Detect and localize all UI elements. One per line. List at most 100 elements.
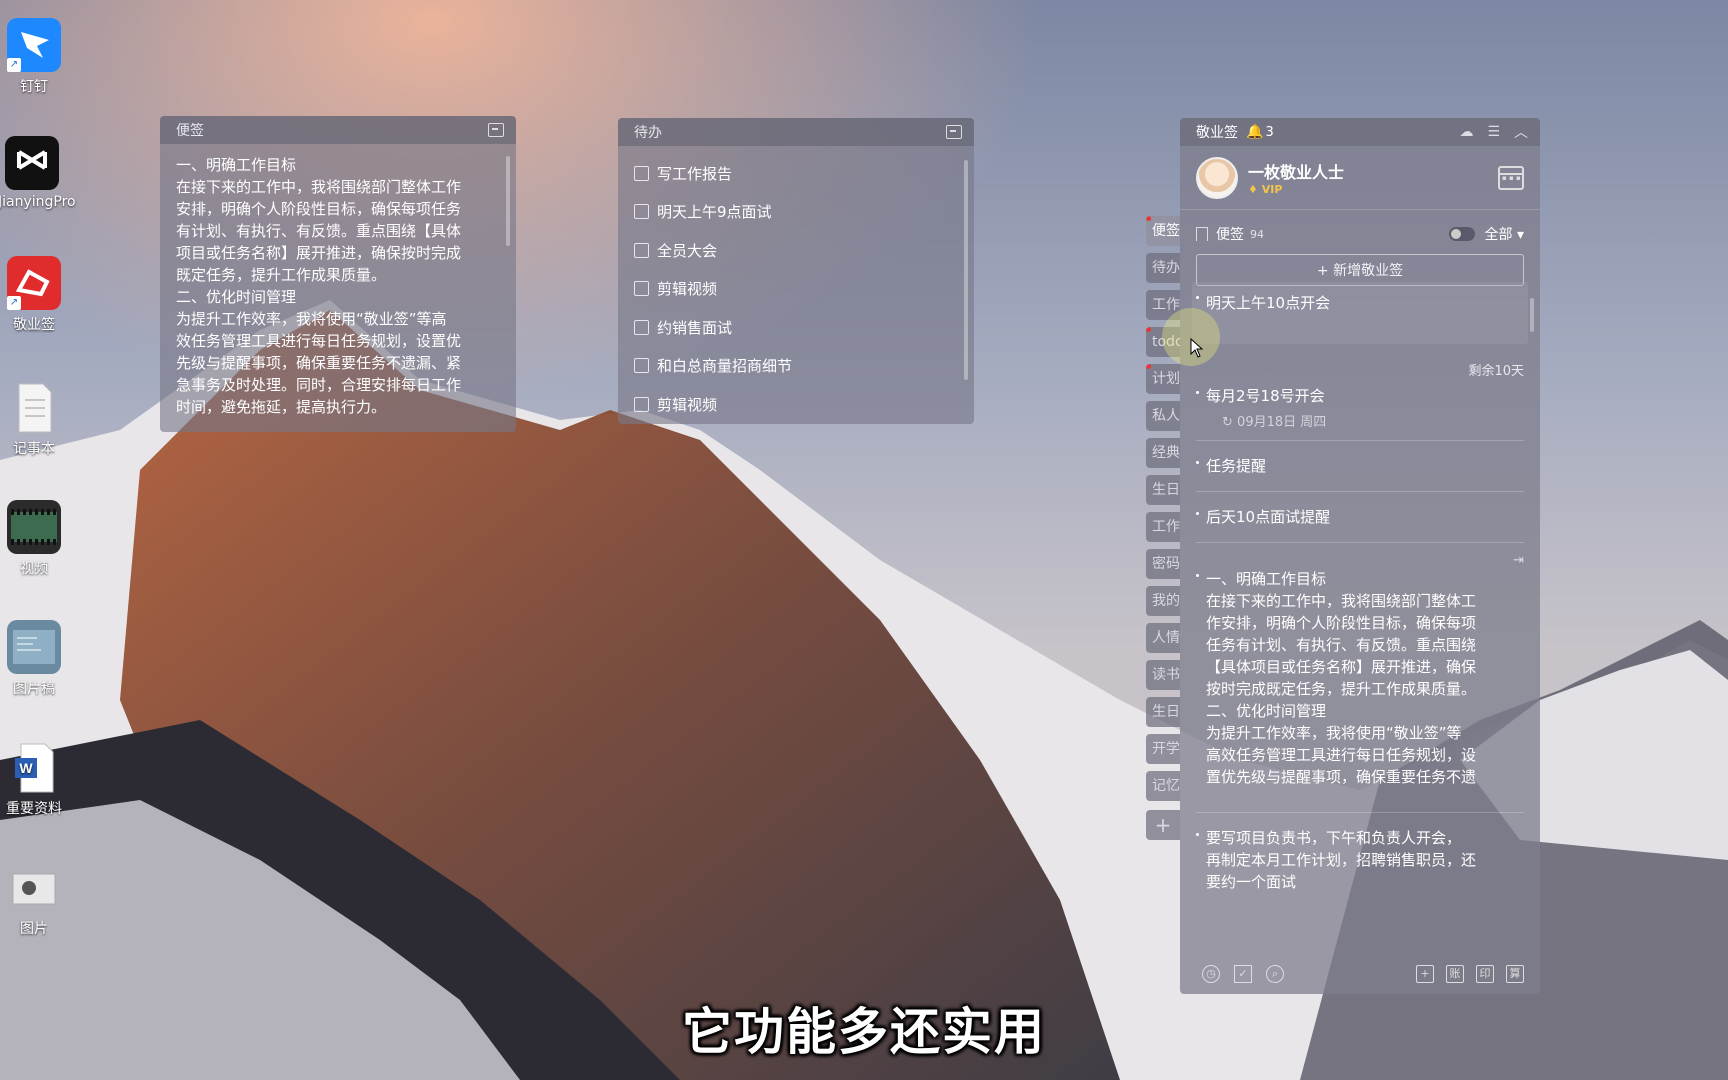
desktop-icon-image-draft[interactable]: 图片稿: [0, 620, 68, 698]
check-box-icon[interactable]: ✓: [1234, 965, 1252, 983]
note-line: 在接下来的工作中，我将围绕部门整体工: [1206, 592, 1477, 610]
expand-icon[interactable]: ⇥: [1180, 543, 1540, 568]
scope-dropdown[interactable]: 全部 ▾: [1485, 224, 1524, 244]
todo-item[interactable]: 剪辑视频: [634, 270, 958, 309]
todo-item[interactable]: 写工作报告: [634, 154, 958, 193]
tab-category[interactable]: 经典: [1146, 438, 1180, 468]
note-list-scrollbar[interactable]: [1530, 298, 1534, 332]
todo-checkbox[interactable]: [634, 165, 649, 181]
tab-category[interactable]: 我的: [1146, 586, 1180, 616]
desktop-icon-label: 图片稿: [13, 681, 55, 697]
bell-icon[interactable]: 🔔: [1246, 124, 1263, 140]
desktop-icon-dingtalk[interactable]: ↗ 钉钉: [0, 18, 68, 96]
note-list: 明天上午10点开会 剩余10天 每月2号18号开会 ↻ 09月18日 周四 任务…: [1180, 282, 1540, 954]
desktop-icon-notepad[interactable]: 记事本: [0, 380, 68, 458]
tab-category[interactable]: 私人: [1146, 401, 1180, 431]
list-item[interactable]: 后天10点面试提醒: [1180, 492, 1540, 542]
dingtalk-icon: ↗: [7, 18, 61, 72]
tab-category[interactable]: 计划: [1146, 364, 1180, 394]
todo-checkbox[interactable]: [634, 281, 649, 297]
desktop-icon-video[interactable]: 视频: [0, 500, 68, 578]
word-doc-icon: W: [7, 740, 61, 794]
desktop-icon-important-docs[interactable]: W 重要资料: [0, 740, 68, 818]
calendar-icon[interactable]: [1498, 165, 1524, 190]
todo-item[interactable]: 和白总商量招商细节: [634, 347, 958, 386]
detach-icon[interactable]: [946, 125, 962, 139]
search-icon[interactable]: ⌕: [1266, 965, 1284, 983]
todo-checkbox[interactable]: [634, 242, 649, 258]
add-category-label: +: [1154, 813, 1172, 837]
video-folder-icon: [7, 500, 61, 554]
add-category-button[interactable]: +: [1146, 810, 1180, 840]
unread-dot: [1146, 216, 1151, 221]
todo-checkbox[interactable]: [634, 396, 649, 412]
note-scrollbar[interactable]: [506, 156, 510, 246]
tab-category[interactable]: 待办: [1146, 253, 1180, 283]
note-widget-body[interactable]: 一、明确工作目标 在接下来的工作中，我将围绕部门整体工作 安排，明确个人阶段性目…: [160, 144, 516, 418]
view-toggle[interactable]: [1448, 227, 1475, 241]
main-titlebar[interactable]: 敬业签 🔔 3 ☁ ☰ ︿: [1180, 118, 1540, 146]
scope-value: 全部: [1484, 227, 1513, 243]
desktop-icon-label: 图片: [20, 921, 48, 937]
todo-item[interactable]: 全员大会: [634, 231, 958, 270]
note-line: 二、优化时间管理: [1206, 702, 1327, 720]
add-icon[interactable]: +: [1416, 965, 1434, 983]
print-icon[interactable]: 印: [1476, 965, 1494, 983]
todo-checkbox[interactable]: [634, 204, 649, 220]
tab-category[interactable]: 记忆: [1146, 771, 1180, 801]
cloud-sync-icon[interactable]: ☁: [1459, 124, 1473, 140]
desktop-icon-pictures[interactable]: 图片: [0, 860, 68, 938]
category-name: 便签: [1216, 227, 1244, 243]
tab-category[interactable]: 密码: [1146, 549, 1180, 579]
list-item[interactable]: 一、明确工作目标 在接下来的工作中，我将围绕部门整体工 作安排，明确个人阶段性目…: [1180, 568, 1540, 812]
todo-label: 约销售面试: [657, 318, 733, 337]
ledger-icon[interactable]: 账: [1446, 965, 1464, 983]
todo-item[interactable]: 剪辑视频: [634, 385, 958, 424]
note-line: 一、明确工作目标: [1206, 570, 1327, 588]
list-item[interactable]: 要写项目负责书，下午和负责人开会， 再制定本月工作计划，招聘销售职员，还 要约一…: [1180, 813, 1540, 893]
note-line: 要写项目负责书，下午和负责人开会，: [1206, 829, 1462, 847]
todo-item[interactable]: 约销售面试: [634, 308, 958, 347]
desktop-icon-jingyeqian[interactable]: ↗ 敬业签: [0, 256, 68, 334]
note-line: 【具体项目或任务名称】展开推进，确保: [1206, 658, 1477, 676]
note-line: 效任务管理工具进行每日任务规划，设置优: [176, 332, 462, 350]
collapse-icon[interactable]: ︿: [1514, 122, 1528, 142]
note-line: 任务有计划、有执行、有反馈。重点围绕: [1206, 636, 1477, 654]
todo-widget-header[interactable]: 待办: [618, 118, 974, 146]
tab-category[interactable]: 生日: [1146, 475, 1180, 505]
tab-category[interactable]: 生日: [1146, 697, 1180, 727]
tab-category[interactable]: 工作: [1146, 512, 1180, 542]
list-item[interactable]: 任务提醒: [1180, 441, 1540, 491]
clock-icon[interactable]: ◷: [1202, 965, 1220, 983]
todo-label: 明天上午9点面试: [657, 203, 772, 222]
calculator-icon[interactable]: 算: [1506, 965, 1524, 983]
main-footer: ◷ ✓ ⌕ + 账 印 算: [1180, 954, 1540, 994]
tab-category[interactable]: 开学: [1146, 734, 1180, 764]
user-profile: 一枚敬业人士 ♦ VIP: [1180, 146, 1540, 210]
avatar[interactable]: [1196, 156, 1238, 199]
tab-label: 便签: [1152, 223, 1180, 239]
todo-widget[interactable]: 待办 写工作报告 明天上午9点面试 全员大会 剪辑视频 约销售面试 和白总商量招…: [618, 118, 974, 424]
menu-icon[interactable]: ☰: [1487, 124, 1500, 140]
pictures-folder-icon: [7, 860, 61, 914]
unread-dot: [1146, 364, 1151, 369]
todo-item[interactable]: 明天上午9点面试: [634, 193, 958, 232]
desktop-icon-label: 记事本: [13, 441, 55, 457]
todo-checkbox[interactable]: [634, 358, 649, 374]
note-line: 项目或任务名称】展开推进，确保按时完成: [176, 244, 462, 262]
detach-icon[interactable]: [488, 123, 504, 137]
todo-label: 和白总商量招商细节: [657, 357, 793, 376]
tab-category[interactable]: 读书: [1146, 660, 1180, 690]
todo-scrollbar[interactable]: [964, 160, 968, 380]
tab-category[interactable]: 人情: [1146, 623, 1180, 653]
todo-checkbox[interactable]: [634, 319, 649, 335]
jingyeqian-main-window[interactable]: 敬业签 🔔 3 ☁ ☰ ︿ 一枚敬业人士 ♦ VIP 便签 94 全部 ▾ + …: [1180, 118, 1540, 994]
note-line: 一、明确工作目标: [176, 156, 297, 174]
tab-category[interactable]: 便签: [1146, 216, 1180, 246]
desktop-icon-label: JianyingPro: [0, 194, 76, 210]
desktop-icon-jianying[interactable]: JianyingPro: [0, 136, 76, 210]
list-item[interactable]: 每月2号18号开会 ↻ 09月18日 周四: [1180, 385, 1540, 430]
note-widget-header[interactable]: 便签: [160, 116, 516, 144]
note-widget[interactable]: 便签 一、明确工作目标 在接下来的工作中，我将围绕部门整体工作 安排，明确个人阶…: [160, 116, 516, 432]
list-item[interactable]: 明天上午10点开会: [1192, 282, 1528, 344]
